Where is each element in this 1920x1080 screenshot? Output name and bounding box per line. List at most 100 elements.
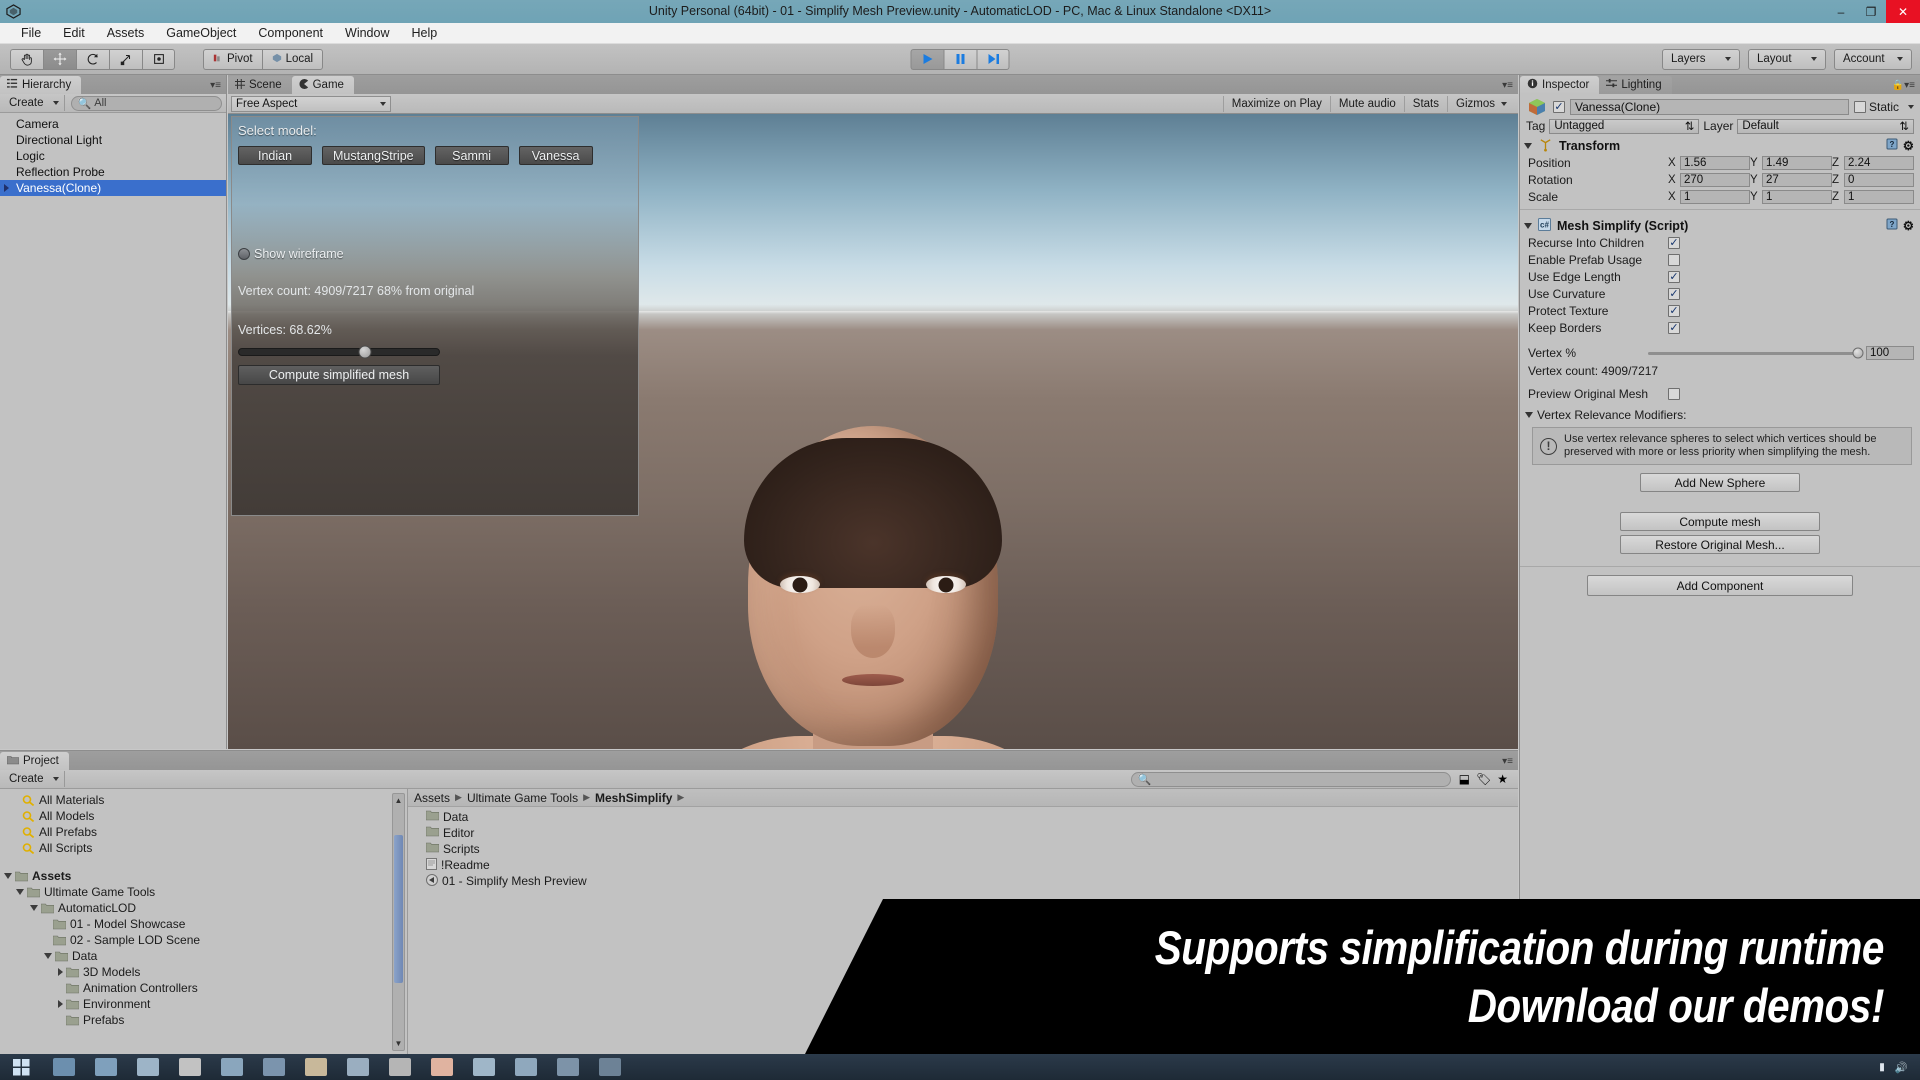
asset-item-simplify-mesh-preview[interactable]: 01 - Simplify Mesh Preview [408,873,1518,889]
model-button-sammi[interactable]: Sammi [434,146,509,165]
vertex-percent-field[interactable]: 100 [1866,346,1914,360]
close-button[interactable]: ✕ [1886,0,1920,23]
keep-borders-checkbox[interactable] [1668,321,1680,334]
taskbar-item-2[interactable] [86,1054,126,1080]
local-button[interactable]: Local [261,48,324,70]
tree-item-3d-models[interactable]: 3D Models [0,964,407,980]
asset-item-data[interactable]: Data [408,809,1518,825]
scroll-up-arrow-icon[interactable]: ▲ [393,794,404,807]
taskbar-item-1[interactable] [44,1054,84,1080]
chevron-right-icon[interactable] [58,1000,63,1008]
aspect-ratio-dropdown[interactable]: Free Aspect [231,95,391,112]
use-edge-length-checkbox[interactable] [1668,270,1680,283]
minimize-button[interactable]: – [1826,0,1856,23]
tab-project[interactable]: Project [0,752,69,770]
tree-item-animation-controllers[interactable]: Animation Controllers [0,980,407,996]
chevron-down-icon[interactable] [44,953,52,959]
use-curvature-checkbox[interactable] [1668,287,1680,300]
compute-simplified-mesh-button[interactable]: Compute simplified mesh [238,365,440,385]
chevron-down-icon[interactable] [4,873,12,879]
hierarchy-item-logic[interactable]: Logic [0,148,226,164]
hierarchy-create-button[interactable]: Create [4,95,65,111]
filter-type-icon[interactable]: ⬓ [1459,772,1470,786]
show-wireframe-row[interactable]: Show wireframe [232,165,638,261]
move-tool-icon[interactable] [43,48,76,70]
menu-assets[interactable]: Assets [96,23,156,43]
breadcrumb-assets[interactable]: Assets [414,791,450,805]
object-name-field[interactable]: Vanessa(Clone) [1570,98,1849,115]
tree-item-data[interactable]: Data [0,948,407,964]
menu-file[interactable]: File [10,23,52,43]
taskbar-item-14[interactable] [590,1054,630,1080]
favorite-all-prefabs[interactable]: All Prefabs [0,824,407,840]
chevron-down-icon[interactable] [1525,411,1533,418]
restore-original-mesh-button[interactable]: Restore Original Mesh... [1620,535,1820,554]
tab-game[interactable]: Game [291,76,354,94]
vertex-percent-slider[interactable] [1648,347,1864,359]
favorite-all-models[interactable]: All Models [0,808,407,824]
tree-item-assets[interactable]: Assets [0,868,407,884]
maximize-button[interactable]: ❐ [1856,0,1886,23]
scale-x-field[interactable]: 1 [1680,189,1750,204]
taskbar-item-5[interactable] [212,1054,252,1080]
asset-item-scripts[interactable]: Scripts [408,841,1518,857]
menu-component[interactable]: Component [247,23,334,43]
tag-dropdown[interactable]: Untagged ⇅ [1549,118,1700,134]
transform-component-header[interactable]: Transform ? ⚙ [1520,134,1920,154]
tree-item-automaticlod[interactable]: AutomaticLOD [0,900,407,916]
rotation-x-field[interactable]: 270 [1680,172,1750,187]
scale-z-field[interactable]: 1 [1844,189,1914,204]
taskbar-item-3[interactable] [128,1054,168,1080]
mesh-simplify-component-header[interactable]: c# Mesh Simplify (Script) ? ⚙ [1520,214,1920,234]
asset-item-editor[interactable]: Editor [408,825,1518,841]
taskbar-item-7[interactable] [296,1054,336,1080]
asset-item-readme[interactable]: !Readme [408,857,1518,873]
tree-item-prefabs[interactable]: Prefabs [0,1012,407,1028]
stats-toggle[interactable]: Stats [1403,95,1447,112]
project-search-input[interactable]: 🔍 [1130,771,1451,787]
taskbar-item-11[interactable] [464,1054,504,1080]
layer-dropdown[interactable]: Default ⇅ [1737,118,1914,134]
gizmos-toggle[interactable]: Gizmos [1447,95,1515,112]
position-y-field[interactable]: 1.49 [1762,155,1832,170]
chevron-down-icon[interactable] [1524,222,1532,229]
menu-edit[interactable]: Edit [52,23,96,43]
help-book-icon[interactable]: ? [1886,218,1898,233]
help-book-icon[interactable]: ? [1886,138,1898,153]
tab-lighting[interactable]: Lighting [1599,76,1672,94]
windows-start-icon[interactable] [0,1054,42,1080]
volume-icon[interactable]: 🔊 [1895,1061,1908,1074]
taskbar-item-10[interactable] [422,1054,462,1080]
mute-audio-toggle[interactable]: Mute audio [1329,95,1404,112]
static-checkbox[interactable] [1853,100,1866,113]
tab-scene[interactable]: Scene [228,76,292,94]
chevron-down-icon[interactable] [1524,142,1532,149]
protect-texture-checkbox[interactable] [1668,304,1680,317]
preview-original-mesh-checkbox[interactable] [1668,387,1680,400]
account-dropdown[interactable]: Account [1834,48,1912,70]
menu-help[interactable]: Help [400,23,448,43]
hierarchy-item-camera[interactable]: Camera [0,116,226,132]
model-button-mustangstripe[interactable]: MustangStripe [322,146,425,165]
static-toggle[interactable]: Static [1853,100,1914,114]
vertex-percent-knob[interactable] [1852,347,1864,359]
hierarchy-item-reflection-probe[interactable]: Reflection Probe [0,164,226,180]
chevron-right-icon[interactable] [4,184,9,192]
chevron-down-icon[interactable] [30,905,38,911]
breadcrumb-meshsimplify[interactable]: MeshSimplify [595,791,672,805]
chevron-down-icon[interactable] [1908,104,1914,109]
tab-hierarchy[interactable]: Hierarchy [0,76,82,94]
object-enabled-checkbox[interactable] [1553,100,1565,113]
rotate-tool-icon[interactable] [76,48,109,70]
vertex-relevance-modifiers-row[interactable]: Vertex Relevance Modifiers: [1520,406,1920,423]
recurse-into-children-checkbox[interactable] [1668,236,1680,249]
favorite-all-scripts[interactable]: All Scripts [0,840,407,856]
game-render-canvas[interactable]: Select model: Indian MustangStripe Sammi… [228,114,1518,749]
step-button[interactable] [976,48,1010,70]
menu-window[interactable]: Window [334,23,400,43]
taskbar-item-4[interactable] [170,1054,210,1080]
panel-menu-icon[interactable]: ▾≡ [1502,756,1513,767]
chevron-down-icon[interactable] [16,889,24,895]
hierarchy-search-input[interactable]: 🔍 All [70,95,222,111]
tab-inspector[interactable]: Inspector [1520,76,1600,94]
